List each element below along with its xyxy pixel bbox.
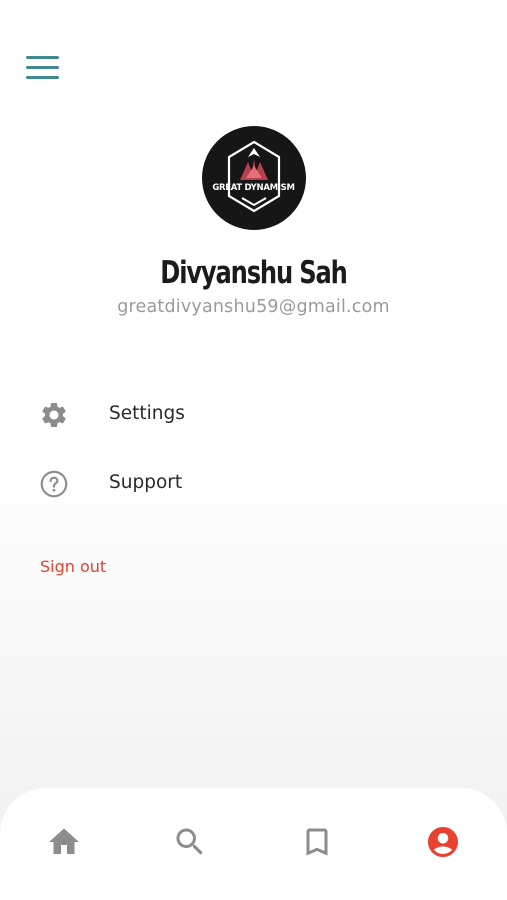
nav-account-button[interactable]	[425, 824, 461, 860]
search-icon	[176, 828, 203, 855]
settings-menu-item[interactable]: Settings	[0, 388, 507, 438]
nav-home-button[interactable]	[46, 824, 82, 860]
sign-out-button[interactable]: Sign out	[40, 556, 106, 578]
profile-email: greatdivyanshu59@gmail.com	[117, 297, 390, 317]
account-icon	[428, 827, 458, 857]
avatar-logo	[227, 140, 280, 213]
nav-bookmarks-button[interactable]	[299, 824, 335, 860]
nav-search-button[interactable]	[172, 824, 208, 860]
hamburger-menu-icon[interactable]	[24, 52, 62, 82]
support-label: Support	[109, 472, 183, 493]
settings-label: Settings	[109, 403, 185, 424]
bottom-navigation	[0, 788, 507, 900]
avatar[interactable]: GREAT DYNAMISM	[201, 126, 306, 230]
home-icon	[49, 828, 79, 854]
bookmark-icon	[306, 828, 328, 856]
profile-name: Divyanshu Sah	[160, 255, 348, 291]
support-menu-item[interactable]: Support	[0, 457, 507, 507]
help-circle-icon	[40, 470, 68, 498]
profile-header: GREAT DYNAMISM Divyanshu Sah greatdivyan…	[0, 126, 507, 319]
gear-icon	[42, 403, 66, 427]
avatar-logo-text: GREAT DYNAMISM	[212, 183, 295, 193]
